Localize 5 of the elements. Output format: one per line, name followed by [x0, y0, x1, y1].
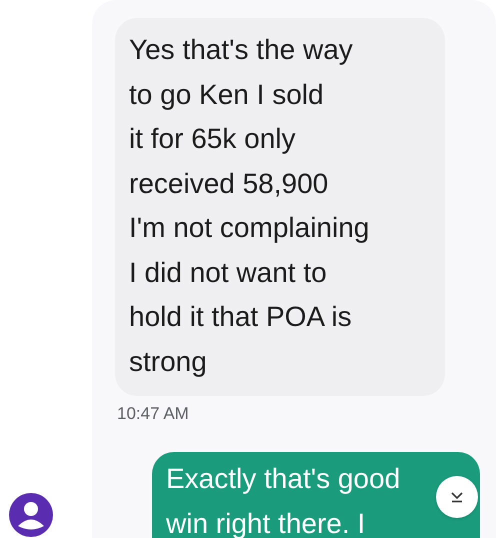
timestamp: 10:47 AM — [117, 403, 189, 425]
message-bubble: Exactly that's good win right there. I — [152, 452, 480, 538]
message-bubble: Yes that's the way to go Ken I sold it for 65k only received 58,900 I'm not complaining I did not want to hold it that POA is strong — [115, 18, 445, 396]
chevron-down-icon — [450, 491, 464, 503]
avatar-icon[interactable] — [9, 493, 53, 537]
